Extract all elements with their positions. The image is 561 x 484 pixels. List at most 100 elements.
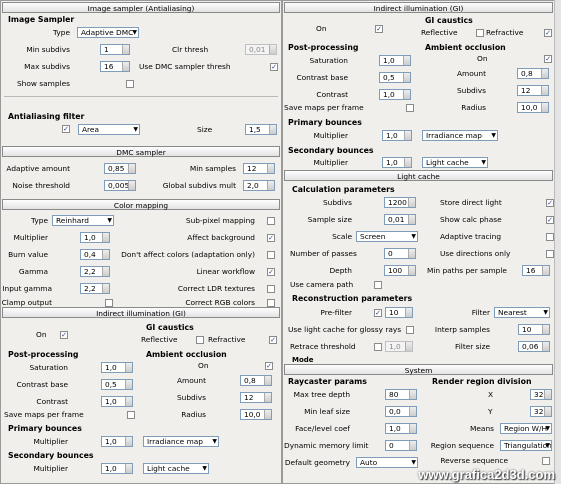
system-rollout[interactable]: System	[284, 364, 553, 375]
image-sampler-rollout[interactable]: Image sampler (Antialiasing)	[2, 2, 280, 13]
gi-on-checkbox[interactable]: ✓	[375, 25, 383, 33]
light-cache-rollout[interactable]: Light cache	[284, 170, 553, 181]
reflective-checkbox[interactable]	[196, 336, 204, 344]
region-y-spinner[interactable]: 32	[530, 406, 552, 417]
contrast-spinner[interactable]: 1,0	[379, 89, 411, 100]
primary-engine-dropdown[interactable]: Irradiance map ▼	[422, 130, 498, 141]
sample-size-spinner[interactable]: 0,01	[384, 214, 416, 225]
max-tree-spinner[interactable]: 80	[385, 389, 417, 400]
min-leaf-spinner[interactable]: 0,0	[385, 406, 417, 417]
ao-on-checkbox[interactable]: ✓	[265, 362, 273, 370]
region-seq-dropdown[interactable]: Triangulation ▼	[500, 440, 552, 451]
left-gi-rollout[interactable]: Indirect illumination (GI)	[2, 307, 280, 318]
filter-size-spinner[interactable]: 1,5	[245, 124, 277, 135]
ao-radius-spinner[interactable]: 10,0	[517, 102, 549, 113]
chevron-down-icon: ▼	[411, 459, 416, 466]
primary-engine-dropdown[interactable]: Irradiance map ▼	[143, 436, 219, 447]
secondary-engine-dropdown[interactable]: Light cache ▼	[143, 463, 209, 474]
correct-ldr-checkbox[interactable]	[267, 285, 275, 293]
clr-thresh-label: Clr thresh	[172, 45, 209, 54]
retrace-spinner[interactable]: 1,0	[385, 341, 413, 352]
use-dmc-thresh-checkbox[interactable]: ✓	[270, 63, 278, 71]
primary-multiplier-spinner[interactable]: 1,0	[101, 436, 133, 447]
secondary-multiplier-spinner[interactable]: 1,0	[382, 157, 412, 168]
sampler-type-dropdown[interactable]: Adaptive DMC ▼	[77, 27, 139, 38]
num-passes-spinner[interactable]: 0	[384, 248, 416, 259]
interp-samples-spinner[interactable]: 10	[518, 324, 550, 335]
max-subdivs-spinner[interactable]: 16	[100, 61, 130, 72]
gamma-spinner[interactable]: 2,2	[80, 266, 110, 277]
depth-spinner[interactable]: 100	[384, 265, 416, 276]
vertical-scrollbar[interactable]	[554, 0, 561, 484]
dont-affect-checkbox[interactable]	[267, 251, 275, 259]
reverse-seq-checkbox[interactable]	[542, 457, 550, 465]
use-camera-label: Use camera path	[290, 280, 354, 289]
correct-rgb-checkbox[interactable]	[267, 299, 275, 307]
use-camera-checkbox[interactable]	[374, 281, 382, 289]
scale-dropdown[interactable]: Screen ▼	[356, 231, 418, 242]
dyn-mem-spinner[interactable]: 0	[385, 440, 417, 451]
aa-filter-dropdown[interactable]: Area ▼	[78, 124, 140, 135]
use-directions-checkbox[interactable]	[546, 250, 554, 258]
ao-subdivs-spinner[interactable]: 12	[240, 392, 272, 403]
store-direct-checkbox[interactable]: ✓	[546, 199, 554, 207]
subpixel-label: Sub-pixel mapping	[185, 216, 255, 225]
input-gamma-spinner[interactable]: 2,2	[80, 283, 110, 294]
face-level-spinner[interactable]: 1,0	[385, 423, 417, 434]
min-paths-spinner[interactable]: 16	[522, 265, 550, 276]
ao-subdivs-spinner[interactable]: 12	[517, 85, 549, 96]
gi-on-checkbox[interactable]: ✓	[60, 331, 68, 339]
ao-on-checkbox[interactable]: ✓	[544, 55, 552, 63]
show-samples-checkbox[interactable]	[126, 80, 134, 88]
adaptive-amount-spinner[interactable]: 0,85	[104, 163, 136, 174]
primary-multiplier-spinner[interactable]: 1,0	[382, 130, 412, 141]
group-divider	[4, 96, 278, 97]
default-geom-dropdown[interactable]: Auto ▼	[356, 457, 418, 468]
adaptive-tracing-checkbox[interactable]	[546, 233, 554, 241]
right-gi-rollout[interactable]: Indirect illumination (GI)	[284, 2, 553, 13]
ao-amount-spinner[interactable]: 0,8	[240, 375, 272, 386]
secondary-engine-dropdown[interactable]: Light cache ▼	[422, 157, 488, 168]
refractive-checkbox[interactable]: ✓	[269, 336, 277, 344]
filter-size-spinner[interactable]: 0,06	[518, 341, 550, 352]
cm-type-dropdown[interactable]: Reinhard ▼	[52, 215, 114, 226]
store-direct-label: Store direct light	[440, 198, 502, 207]
contrast-base-spinner[interactable]: 0,5	[379, 72, 411, 83]
save-maps-checkbox[interactable]	[406, 104, 414, 112]
region-x-spinner[interactable]: 32	[530, 389, 552, 400]
save-maps-checkbox[interactable]	[127, 411, 135, 419]
global-subdivs-spinner[interactable]: 2,0	[243, 180, 275, 191]
cm-multiplier-spinner[interactable]: 1,0	[80, 232, 110, 243]
retrace-label: Retrace threshold	[290, 342, 356, 351]
reflective-checkbox[interactable]	[476, 29, 484, 37]
burn-value-spinner[interactable]: 0,4	[80, 249, 110, 260]
clr-thresh-spinner[interactable]: 0,01	[245, 44, 277, 55]
dmc-sampler-rollout[interactable]: DMC sampler	[2, 146, 280, 157]
show-calc-checkbox[interactable]: ✓	[546, 216, 554, 224]
saturation-spinner[interactable]: 1,0	[379, 55, 411, 66]
saturation-spinner[interactable]: 1,0	[101, 362, 133, 373]
clamp-output-checkbox[interactable]	[105, 299, 113, 307]
min-subdivs-spinner[interactable]: 1	[100, 44, 130, 55]
min-samples-spinner[interactable]: 12	[243, 163, 275, 174]
contrast-base-spinner[interactable]: 0,5	[101, 379, 133, 390]
save-maps-label: Save maps per frame	[4, 410, 84, 419]
refractive-checkbox[interactable]: ✓	[544, 29, 552, 37]
retrace-checkbox[interactable]	[374, 343, 382, 351]
lc-filter-dropdown[interactable]: Nearest ▼	[494, 307, 550, 318]
prefilter-checkbox[interactable]: ✓	[374, 309, 382, 317]
contrast-spinner[interactable]: 1,0	[101, 396, 133, 407]
linear-workflow-checkbox[interactable]: ✓	[267, 268, 275, 276]
color-mapping-rollout[interactable]: Color mapping	[2, 199, 280, 210]
prefilter-spinner[interactable]: 10	[385, 307, 413, 318]
secondary-multiplier-spinner[interactable]: 1,0	[101, 463, 133, 474]
ao-radius-spinner[interactable]: 10,0	[240, 409, 272, 420]
subpixel-checkbox[interactable]	[267, 217, 275, 225]
means-dropdown[interactable]: Region W/H ▼	[500, 423, 552, 434]
affect-bg-checkbox[interactable]: ✓	[267, 234, 275, 242]
lc-subdivs-spinner[interactable]: 1200	[384, 197, 416, 208]
aa-filter-on-checkbox[interactable]: ✓	[62, 125, 70, 133]
noise-threshold-spinner[interactable]: 0,005	[104, 180, 136, 191]
glossy-rays-checkbox[interactable]	[406, 326, 414, 334]
ao-amount-spinner[interactable]: 0,8	[517, 68, 549, 79]
